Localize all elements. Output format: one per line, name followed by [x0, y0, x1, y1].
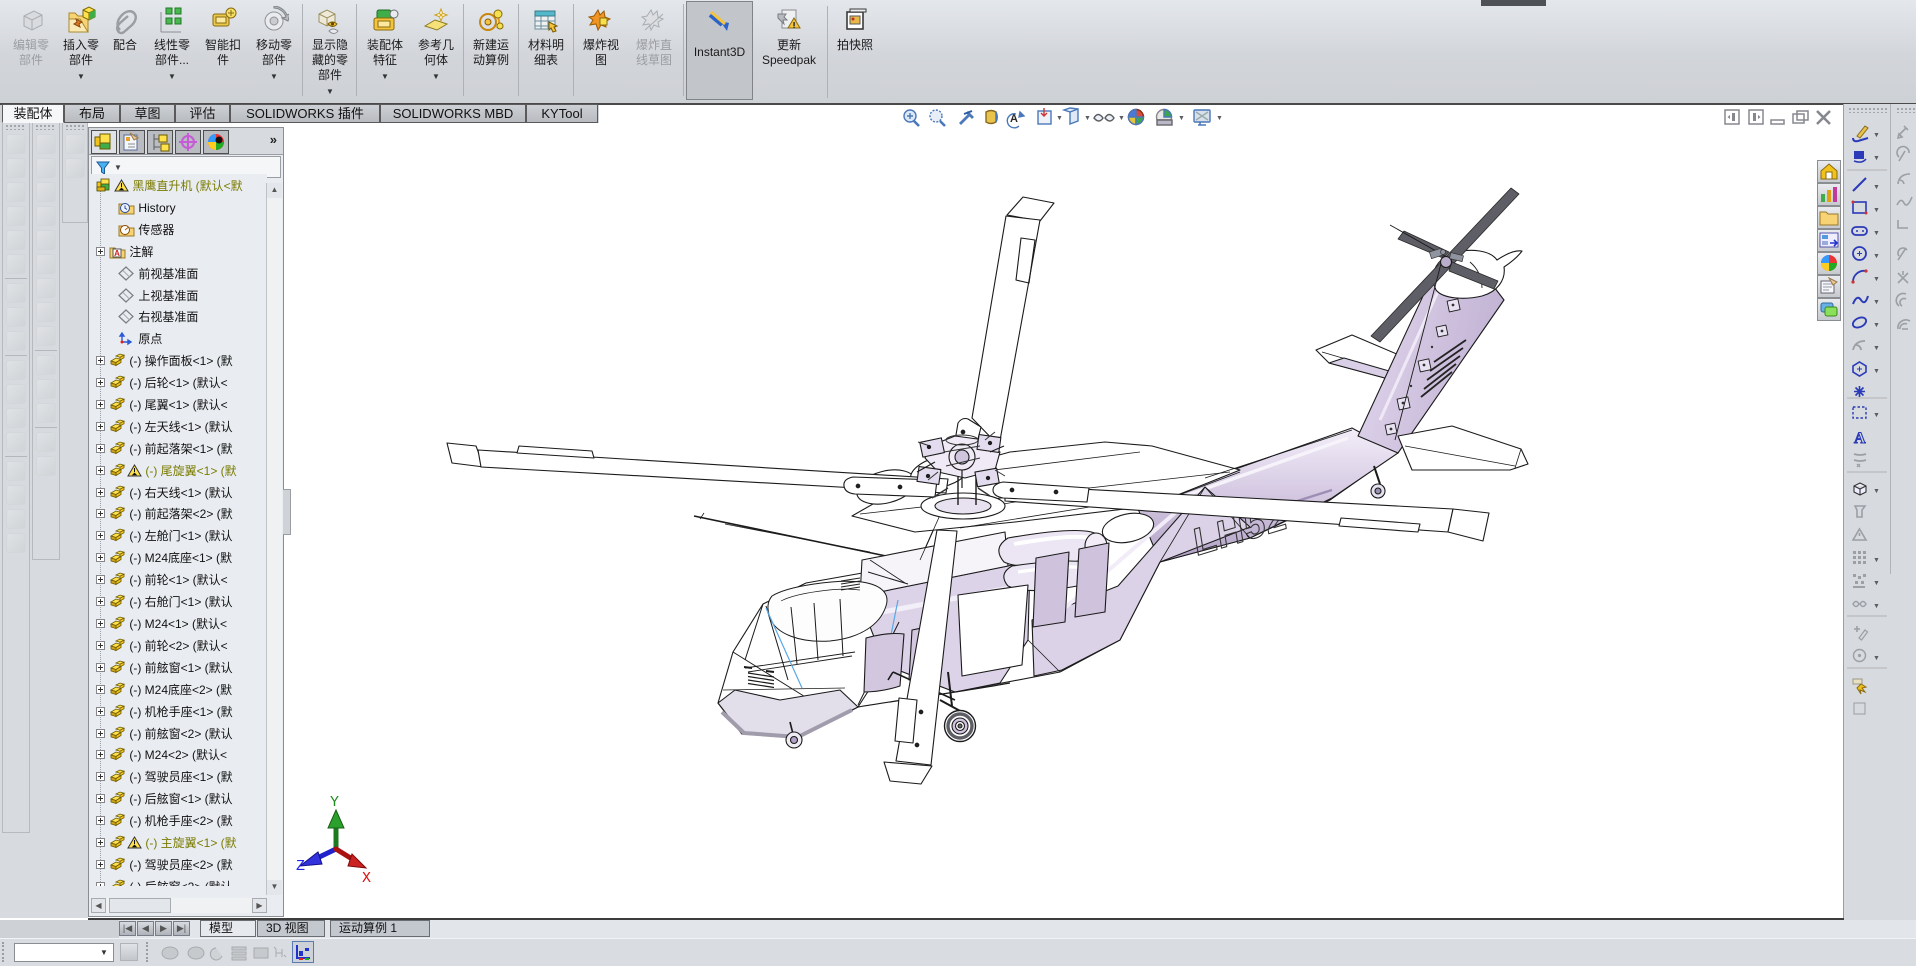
svg-text:▼: ▼	[1118, 115, 1125, 122]
svg-text:A: A	[1010, 113, 1018, 125]
svg-text:▼: ▼	[1873, 253, 1880, 260]
svg-text:X: X	[362, 870, 371, 887]
svg-text:▼: ▼	[1873, 412, 1880, 419]
svg-text:▼: ▼	[1873, 488, 1880, 495]
svg-text:Z: Z	[296, 858, 305, 875]
svg-text:▼: ▼	[1873, 155, 1880, 162]
svg-text:▼: ▼	[1084, 115, 1091, 122]
svg-text:A: A	[114, 249, 120, 258]
svg-text:▼: ▼	[1873, 557, 1880, 564]
svg-text:▼: ▼	[1873, 345, 1880, 352]
svg-text:▼: ▼	[1873, 299, 1880, 306]
svg-text:▼: ▼	[1216, 115, 1223, 122]
svg-text:▼: ▼	[1873, 322, 1880, 329]
svg-text:A: A	[1854, 430, 1866, 447]
svg-text:Y: Y	[330, 794, 339, 811]
svg-text:▼: ▼	[1873, 207, 1880, 214]
svg-text:▼: ▼	[1056, 115, 1063, 122]
svg-text:▼: ▼	[1178, 115, 1185, 122]
svg-text:▼: ▼	[1873, 603, 1880, 610]
svg-text:▼: ▼	[1873, 368, 1880, 375]
svg-text:▼: ▼	[1873, 655, 1880, 662]
svg-text:▼: ▼	[1873, 230, 1880, 237]
svg-text:▼: ▼	[1873, 276, 1880, 283]
svg-text:▼: ▼	[1873, 580, 1880, 587]
svg-text:▼: ▼	[1873, 184, 1880, 191]
svg-text:▼: ▼	[1873, 132, 1880, 139]
